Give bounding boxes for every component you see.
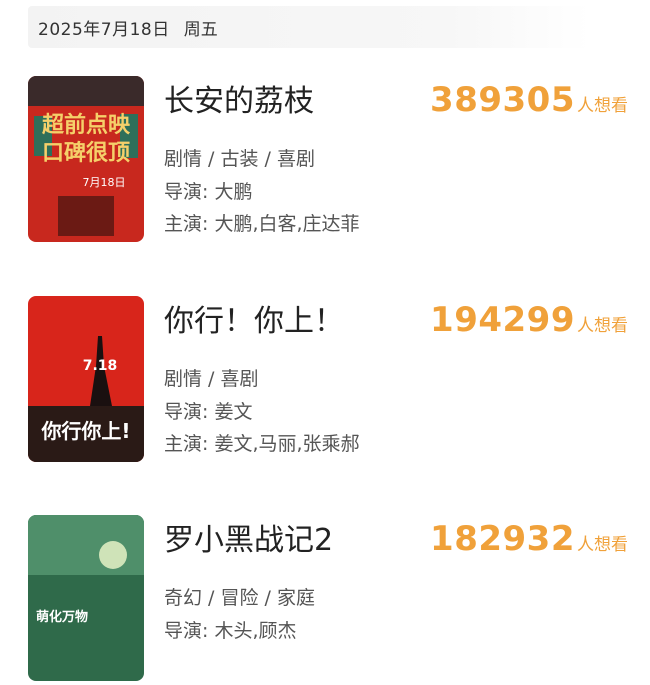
want-unit: 人想看 <box>577 96 628 116</box>
movie-item-2[interactable]: 7.18 你行你上! 你行！你上！ 剧情 / 喜剧 导演: 姜文 主演: 姜文,… <box>28 296 628 466</box>
movie-poster-3[interactable]: 萌化万物 <box>28 515 144 681</box>
movie-poster-1[interactable]: 超前点映 口碑很顶 7月18日 <box>28 76 144 242</box>
movie-title[interactable]: 你行！你上！ <box>164 296 344 340</box>
poster-1-date: 7月18日 <box>83 176 126 189</box>
want-count-group: 389305 人想看 <box>430 80 628 120</box>
movie-item-1[interactable]: 超前点映 口碑很顶 7月18日 长安的荔枝 剧情 / 古装 / 喜剧 导演: 大… <box>28 76 628 246</box>
movie-director: 导演: 木头,顾杰 <box>164 620 297 642</box>
movie-director: 导演: 姜文 <box>164 401 253 423</box>
movie-item-3[interactable]: 萌化万物 罗小黑战记2 奇幻 / 冒险 / 家庭 导演: 木头,顾杰 18293… <box>28 515 628 685</box>
date-header: 2025年7月18日 周五 <box>28 6 590 48</box>
movie-cast: 主演: 大鹏,白客,庄达菲 <box>164 213 360 235</box>
poster-2-date: 7.18 <box>83 358 118 374</box>
weekday-label: 周五 <box>183 19 218 40</box>
poster-3-text: 萌化万物 <box>36 609 88 625</box>
movie-genre: 剧情 / 喜剧 <box>164 368 259 390</box>
want-count: 182932 <box>430 519 575 559</box>
movie-cast: 主演: 姜文,马丽,张乘郝 <box>164 433 360 455</box>
want-unit: 人想看 <box>577 535 628 555</box>
want-count: 389305 <box>430 80 575 120</box>
movie-director: 导演: 大鹏 <box>164 181 253 203</box>
want-unit: 人想看 <box>577 316 628 336</box>
poster-2-title: 你行你上! <box>40 419 130 443</box>
poster-1-line-1: 超前点映 <box>42 112 131 138</box>
poster-1-line-2: 口碑很顶 <box>42 140 130 166</box>
want-count-group: 182932 人想看 <box>430 519 628 559</box>
movie-poster-2[interactable]: 7.18 你行你上! <box>28 296 144 462</box>
movie-title[interactable]: 罗小黑战记2 <box>164 515 333 559</box>
movie-genre: 剧情 / 古装 / 喜剧 <box>164 148 315 170</box>
date-label: 2025年7月18日 <box>38 19 170 40</box>
movie-title[interactable]: 长安的荔枝 <box>164 76 314 120</box>
movie-genre: 奇幻 / 冒险 / 家庭 <box>164 587 315 609</box>
want-count-group: 194299 人想看 <box>430 300 628 340</box>
want-count: 194299 <box>430 300 575 340</box>
